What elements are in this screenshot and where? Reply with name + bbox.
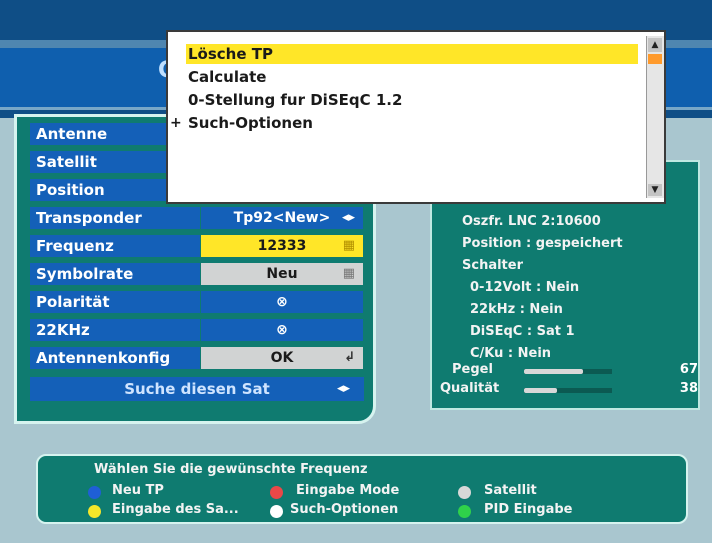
symbolrate-input[interactable]: Neu ▦ <box>201 263 363 285</box>
help-key-satellit: Satellit <box>484 483 537 498</box>
qualitaet-value: 38 <box>679 381 698 396</box>
diseqc-info: DiSEqC : Sat 1 <box>470 324 575 339</box>
cku-info: C/Ku : Nein <box>470 346 552 361</box>
lnc-info: Oszfr. LNC 2:10600 <box>462 214 601 229</box>
schalter-info: Schalter <box>462 258 523 273</box>
red-key-icon <box>270 484 284 503</box>
left-right-arrow-icon: ◂▸ <box>336 381 350 396</box>
row-label-frequenz[interactable]: Frequenz <box>30 235 200 257</box>
gray-key-icon <box>458 484 472 503</box>
row-label-symbolrate[interactable]: Symbolrate <box>30 263 200 285</box>
help-key-pid-eingabe: PID Eingabe <box>484 502 573 517</box>
disabled-circle-icon: ⊗ <box>276 322 288 338</box>
pegel-label: Pegel <box>452 362 493 377</box>
white-key-icon <box>270 503 284 522</box>
row-label-transponder[interactable]: Transponder <box>30 207 200 229</box>
help-key-eingabe-mode: Eingabe Mode <box>296 483 400 498</box>
qualitaet-bar-fill <box>524 388 558 393</box>
polarity-toggle[interactable]: ⊗ <box>201 291 363 313</box>
scroll-up-icon[interactable]: ▲ <box>648 38 662 52</box>
search-sat-label: Suche diesen Sat <box>124 380 270 398</box>
transponder-selector[interactable]: Tp92<New> ◂▸ <box>201 207 363 229</box>
help-key-eingabe-sat: Eingabe des Sa... <box>112 502 239 517</box>
help-key-such-optionen: Such-Optionen <box>290 502 399 517</box>
yellow-key-icon <box>88 503 102 522</box>
pegel-bar-track <box>524 369 612 374</box>
frequency-input[interactable]: 12333 ▦ <box>201 235 363 257</box>
help-title: Wählen Sie die gewünschte Frequenz <box>94 462 368 477</box>
enter-icon: ↲ <box>344 350 355 365</box>
menu-item-diseqc-zero[interactable]: 0-Stellung fur DiSEqC 1.2 <box>188 90 402 110</box>
qualitaet-label: Qualität <box>440 381 500 396</box>
pegel-value: 67 <box>679 362 698 377</box>
symbolrate-value: Neu <box>266 266 298 282</box>
scroll-down-icon[interactable]: ▼ <box>648 184 662 196</box>
green-key-icon <box>458 503 472 522</box>
ok-label: OK <box>270 350 294 366</box>
keypad-icon: ▦ <box>342 266 355 281</box>
menu-item-such-optionen[interactable]: Such-Optionen <box>188 113 313 133</box>
submenu-plus-icon: + <box>170 115 182 131</box>
left-right-arrow-icon: ◂▸ <box>341 210 355 225</box>
blue-key-icon <box>88 484 102 503</box>
transponder-value: Tp92<New> <box>233 210 331 226</box>
search-this-sat-button[interactable]: Suche diesen Sat ◂▸ <box>30 377 364 401</box>
row-label-polaritaet[interactable]: Polarität <box>30 291 200 313</box>
disabled-circle-icon: ⊗ <box>276 294 288 310</box>
qualitaet-bar-track <box>524 388 612 393</box>
22khz-toggle[interactable]: ⊗ <box>201 319 363 341</box>
position-info: Position : gespeichert <box>462 236 623 251</box>
keypad-icon: ▦ <box>342 238 355 253</box>
khz-info: 22kHz : Nein <box>470 302 563 317</box>
row-label-antennenkonfig[interactable]: Antennenkonfig <box>30 347 200 369</box>
row-label-22khz[interactable]: 22KHz <box>30 319 200 341</box>
menu-item-calculate[interactable]: Calculate <box>188 67 266 87</box>
help-key-neu-tp: Neu TP <box>112 483 164 498</box>
frequency-value: 12333 <box>257 238 307 254</box>
menu-item-loesche-tp[interactable]: Lösche TP <box>188 44 273 64</box>
scroll-thumb[interactable] <box>648 54 662 64</box>
antenna-config-ok-button[interactable]: OK ↲ <box>201 347 363 369</box>
pegel-bar-fill <box>524 369 583 374</box>
volt-info: 0-12Volt : Nein <box>470 280 580 295</box>
